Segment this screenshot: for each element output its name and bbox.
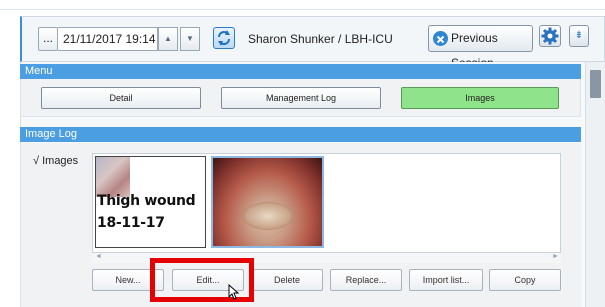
image-thumbnail-thigh-wound[interactable]: Thigh wound 18-11-17 (95, 156, 206, 248)
previous-session-button[interactable]: Previous Session (428, 25, 533, 70)
refresh-button[interactable] (213, 27, 235, 49)
thumbnail-caption-date: 18-11-17 (97, 215, 165, 231)
gear-icon (541, 27, 559, 45)
patient-name: Sharon Shunker / LBH-ICU (248, 32, 393, 46)
thumbnail-caption-title: Thigh wound (97, 193, 196, 209)
spin-down-button[interactable]: ▼ (180, 27, 200, 51)
image-log-section-header: Image Log (20, 127, 581, 142)
scroll-left-icon[interactable]: ◄ (95, 253, 102, 260)
vertical-scrollbar[interactable] (585, 62, 605, 307)
settings-button[interactable] (539, 25, 561, 47)
spin-up-button[interactable]: ▲ (158, 27, 178, 51)
copy-image-button[interactable]: Copy (489, 269, 561, 291)
delete-image-button[interactable]: Delete (251, 269, 323, 291)
scroll-right-icon[interactable]: ► (552, 253, 559, 260)
tab-management-log[interactable]: Management Log (221, 87, 381, 109)
vertical-scrollbar-thumb[interactable] (590, 70, 601, 98)
close-circle-icon (433, 31, 448, 46)
replace-image-button[interactable]: Replace... (330, 269, 402, 291)
thigh-wound-photo (96, 157, 130, 197)
menu-section-header: Menu (20, 64, 581, 79)
wound-photo-detail (243, 202, 293, 230)
tab-detail[interactable]: Detail (41, 87, 201, 109)
image-folder-label[interactable]: √ Images (33, 155, 78, 167)
mouse-pointer-icon (228, 284, 240, 300)
tab-images[interactable]: Images (401, 87, 559, 109)
import-list-button[interactable]: Import list... (409, 269, 483, 291)
collapse-button[interactable]: ⇟ (569, 25, 589, 47)
date-picker-button[interactable]: ... (38, 27, 58, 51)
refresh-icon (218, 30, 230, 46)
image-thumbnail-wound-closeup[interactable] (211, 156, 324, 248)
session-datetime-field[interactable]: 21/11/2017 19:14 (58, 27, 158, 51)
top-accent-bar (0, 0, 605, 10)
